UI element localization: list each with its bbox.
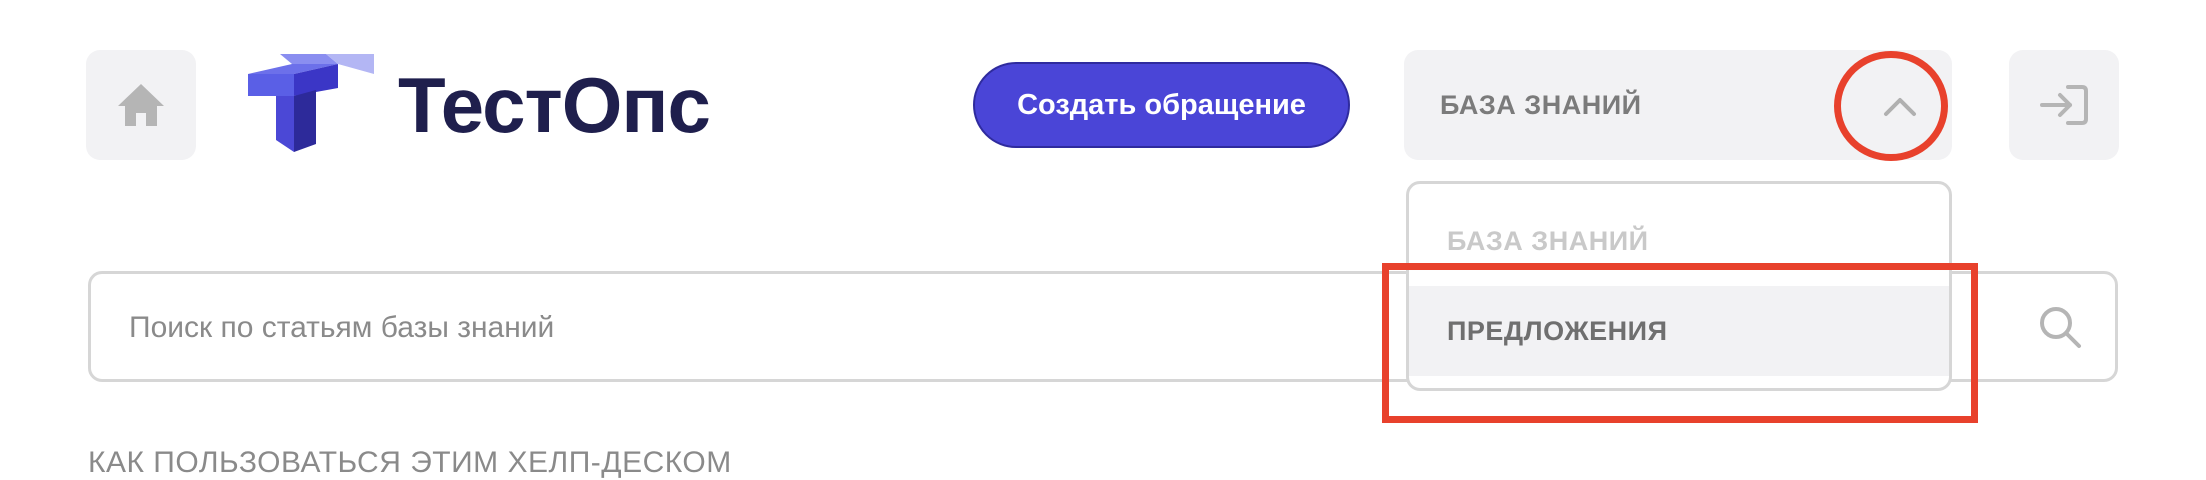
section-link-how-to-use[interactable]: КАК ПОЛЬЗОВАТЬСЯ ЭТИМ ХЕЛП-ДЕСКОМ	[88, 446, 732, 480]
knowledge-base-select-label: БАЗА ЗНАНИЙ	[1440, 90, 1642, 120]
logo-text: ТестОпс	[398, 60, 711, 149]
search-icon[interactable]	[2037, 304, 2083, 350]
logo-mark-icon	[248, 54, 374, 152]
home-button[interactable]	[86, 50, 196, 160]
circle-annotation	[1834, 51, 1948, 161]
login-icon	[2040, 85, 2088, 125]
home-icon	[118, 84, 164, 126]
logo[interactable]: ТестОпс	[246, 50, 711, 160]
login-button[interactable]	[2009, 50, 2119, 160]
search-input[interactable]	[127, 274, 1431, 381]
create-request-button[interactable]: Создать обращение	[973, 62, 1350, 148]
highlight-annotation	[1382, 263, 1978, 423]
